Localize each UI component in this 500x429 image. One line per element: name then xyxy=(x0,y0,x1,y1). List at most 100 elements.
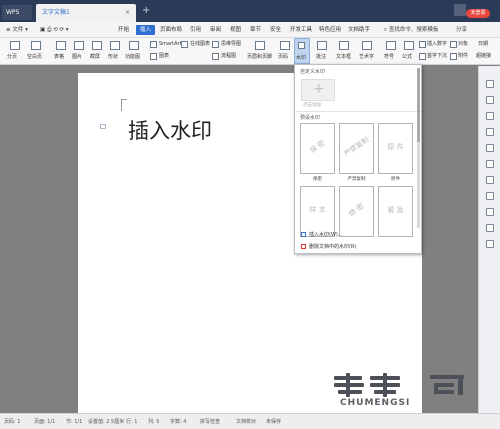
symbol-label[interactable]: 符号 xyxy=(384,54,394,61)
insert-number-label[interactable]: 插入数字 xyxy=(427,41,447,48)
document-heading[interactable]: 插入水印 xyxy=(128,115,212,145)
tab-review[interactable]: 审阅 xyxy=(210,25,221,35)
dropdown-scrollbar-thumb[interactable] xyxy=(417,68,420,142)
wordart-icon[interactable] xyxy=(362,41,372,50)
online-chart-icon[interactable] xyxy=(181,41,188,48)
hyperlink-label[interactable]: 超链接 xyxy=(476,53,491,60)
wordart-label[interactable]: 艺术字 xyxy=(359,54,374,61)
library-icon[interactable] xyxy=(486,192,494,200)
add-custom-watermark-label[interactable]: 点击添加 xyxy=(303,102,321,108)
textbox-icon[interactable] xyxy=(339,41,349,50)
wps-home-tab[interactable]: WPS xyxy=(2,5,32,20)
menu-file[interactable]: ≡ 文件 ▾ xyxy=(6,25,28,35)
comment-label[interactable]: 批注 xyxy=(316,54,326,61)
online-chart-label[interactable]: 在线图表 xyxy=(190,41,210,48)
new-tab-icon[interactable]: + xyxy=(142,5,150,17)
image-icon[interactable] xyxy=(486,208,494,216)
preset-watermark-confidential[interactable]: 保 密 xyxy=(300,123,335,174)
screenshot-icon[interactable] xyxy=(92,41,102,50)
tab-features[interactable]: 特色应用 xyxy=(319,25,341,35)
preset-watermark-original[interactable]: 原 件 xyxy=(378,123,413,174)
screenshot-label[interactable]: 截屏 xyxy=(90,54,100,61)
navigation-icon[interactable] xyxy=(486,128,494,136)
status-word-count[interactable]: 字数: 4 xyxy=(170,418,186,425)
table-label[interactable]: 表格 xyxy=(54,54,64,61)
flowchart-label[interactable]: 流程图 xyxy=(221,53,236,60)
first-drop-cap-label[interactable]: 首字下沉 xyxy=(427,53,447,60)
attachment-icon[interactable] xyxy=(450,53,457,60)
share-icon[interactable] xyxy=(486,176,494,184)
page-break-icon[interactable] xyxy=(10,41,20,50)
attachment-label[interactable]: 附件 xyxy=(458,53,468,60)
paragraph-marker-icon[interactable] xyxy=(100,124,106,129)
date-label[interactable]: 日期 xyxy=(478,41,488,48)
help-icon[interactable] xyxy=(486,240,494,248)
star-icon[interactable] xyxy=(486,160,494,168)
share-button[interactable]: 分享 xyxy=(456,25,467,35)
login-button[interactable]: 未登录 xyxy=(466,9,490,18)
status-page[interactable]: 页码: 1 xyxy=(4,418,20,425)
style-icon[interactable] xyxy=(486,112,494,120)
symbol-icon[interactable] xyxy=(386,41,396,50)
status-column[interactable]: 列: 5 xyxy=(148,418,159,425)
quick-access-icons[interactable]: ▣ ⎙ ⟲ ⟳ ▾ xyxy=(40,25,69,35)
insert-number-icon[interactable] xyxy=(419,41,426,48)
comment-icon[interactable] xyxy=(317,41,327,50)
tab-security[interactable]: 安全 xyxy=(270,25,281,35)
page-number-icon[interactable] xyxy=(280,41,290,50)
tab-page-layout[interactable]: 页面布局 xyxy=(160,25,182,35)
page-break-label[interactable]: 分页 xyxy=(7,54,17,61)
blank-page-label[interactable]: 空白页 xyxy=(27,54,42,61)
function-chart-icon[interactable] xyxy=(129,41,139,50)
status-section[interactable]: 节: 1/1 xyxy=(66,418,82,425)
picture-label[interactable]: 图片 xyxy=(72,54,82,61)
preset-watermark-no-copy[interactable]: 严禁复制 xyxy=(339,123,374,174)
object-icon[interactable] xyxy=(450,41,457,48)
first-drop-cap-icon[interactable] xyxy=(419,53,426,60)
picture-icon[interactable] xyxy=(74,41,84,50)
status-setting[interactable]: 设置值: 2.5厘米 xyxy=(88,418,124,425)
command-search[interactable]: ⌕ 查找命令、搜索模板 xyxy=(384,25,438,35)
tab-insert[interactable]: 插入 xyxy=(136,25,156,35)
layers-icon[interactable] xyxy=(486,144,494,152)
window-layout-icon[interactable] xyxy=(454,4,466,16)
table-icon[interactable] xyxy=(56,41,66,50)
document-tab[interactable]: 文字文稿1 × xyxy=(36,4,136,22)
tab-references[interactable]: 引用 xyxy=(190,25,201,35)
header-footer-label[interactable]: 页眉和页脚 xyxy=(247,54,272,61)
blank-page-icon[interactable] xyxy=(31,41,41,50)
page-number-label[interactable]: 页码 xyxy=(278,54,288,61)
tab-chapter[interactable]: 章节 xyxy=(250,25,261,35)
pen-icon[interactable] xyxy=(486,80,494,88)
tools-icon[interactable] xyxy=(486,224,494,232)
tab-view[interactable]: 视图 xyxy=(230,25,241,35)
header-footer-icon[interactable] xyxy=(255,41,265,50)
shape-icon[interactable] xyxy=(110,41,120,50)
preset-watermark-top-secret[interactable]: 绝 密 xyxy=(339,186,374,237)
textbox-label[interactable]: 文本框 xyxy=(336,54,351,61)
close-tab-icon[interactable]: × xyxy=(125,4,130,22)
flowchart-icon[interactable] xyxy=(212,53,219,60)
preset-watermark-urgent[interactable]: 紧 急 xyxy=(378,186,413,237)
tab-doc-assistant[interactable]: 文档助手 xyxy=(348,25,370,35)
formula-label[interactable]: 公式 xyxy=(402,54,412,61)
select-icon[interactable] xyxy=(486,96,494,104)
add-custom-watermark-button[interactable]: + xyxy=(301,79,335,101)
shape-label[interactable]: 形状 xyxy=(108,54,118,61)
watermark-button[interactable]: 水印 xyxy=(294,38,310,64)
delete-watermark-item[interactable]: 删除文档中的水印(R) xyxy=(301,243,356,250)
tab-developer[interactable]: 开发工具 xyxy=(290,25,312,35)
tab-start[interactable]: 开始 xyxy=(118,25,129,35)
preset-watermark-sample[interactable]: 样 本 xyxy=(300,186,335,237)
status-line[interactable]: 行: 1 xyxy=(126,418,137,425)
chart-icon[interactable] xyxy=(150,53,157,60)
object-label[interactable]: 对象 xyxy=(458,41,468,48)
smartart-label[interactable]: SmartArt xyxy=(159,41,182,48)
status-pages[interactable]: 页面: 1/1 xyxy=(34,418,55,425)
chart-label[interactable]: 图表 xyxy=(159,53,169,60)
formula-icon[interactable] xyxy=(404,41,414,50)
insert-watermark-item[interactable]: 插入水印(W)... xyxy=(301,231,343,238)
mind-map-icon[interactable] xyxy=(212,41,219,48)
mind-map-label[interactable]: 思维导图 xyxy=(221,41,241,48)
smartart-icon[interactable] xyxy=(150,41,157,48)
